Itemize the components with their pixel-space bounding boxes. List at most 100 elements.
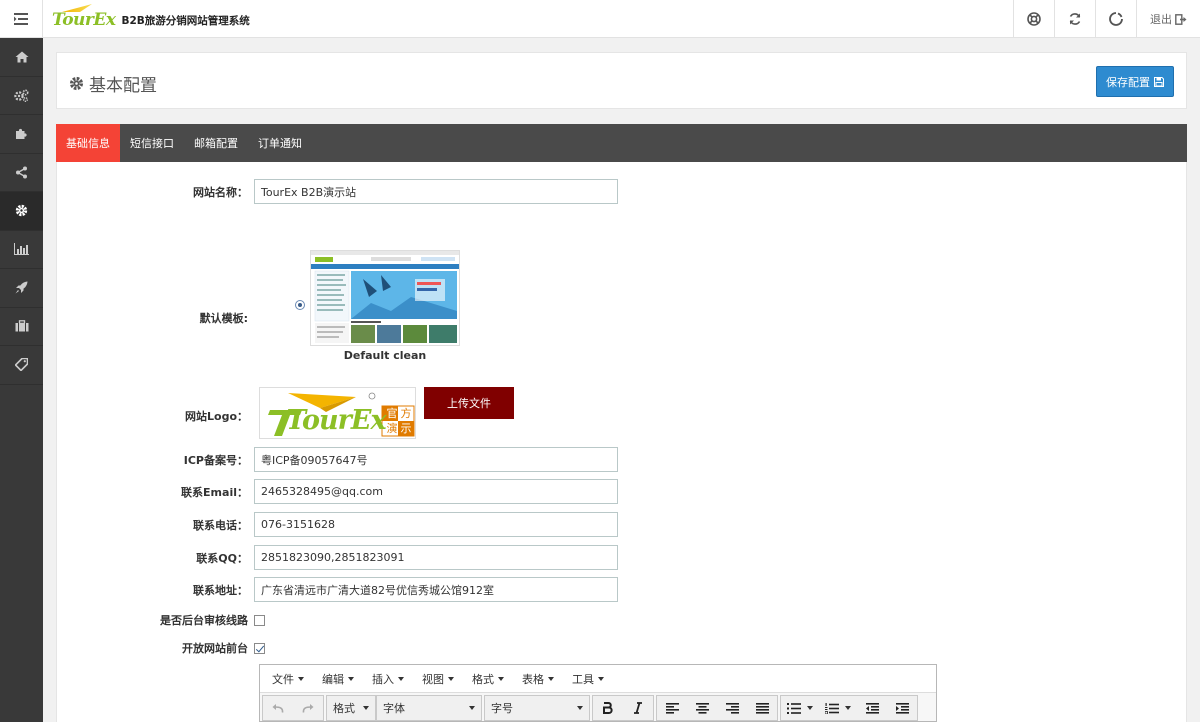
align-justify-icon: [755, 702, 769, 714]
email-input[interactable]: 2465328495@qq.com: [254, 479, 618, 504]
editor-menu-table[interactable]: 表格: [513, 671, 563, 687]
sidebar-item-settings-group[interactable]: [0, 77, 43, 115]
editor-menu-format[interactable]: 格式: [463, 671, 513, 687]
sidebar-toggle-button[interactable]: [0, 0, 43, 38]
sidebar-item-launch[interactable]: [0, 269, 43, 308]
rocket-icon: [15, 281, 28, 294]
editor-menu-edit[interactable]: 编辑: [313, 671, 363, 687]
italic-button[interactable]: [623, 696, 653, 720]
email-label: 联系Email：: [181, 485, 248, 499]
review-checkbox[interactable]: [254, 614, 265, 626]
history-group: [262, 695, 324, 721]
lifebuoy-icon: [1027, 12, 1041, 26]
logout-label: 退出: [1150, 13, 1172, 26]
bold-button[interactable]: [593, 696, 623, 720]
page-title-text: 基本配置: [89, 76, 157, 96]
editor-menu-table-label: 表格: [522, 672, 544, 686]
chevron-down-icon: [298, 676, 304, 681]
editor-menu-file[interactable]: 文件: [263, 671, 313, 687]
top-bar: TourEx B2B旅游分销网站管理系统 退出: [0, 0, 1200, 38]
sidebar-item-tags[interactable]: [0, 346, 43, 385]
template-preview-image: [311, 251, 459, 345]
help-button[interactable]: [1013, 0, 1054, 38]
text-style-group: [592, 695, 654, 721]
phone-label: 联系电话：: [193, 518, 248, 532]
top-actions: 退出: [1013, 0, 1200, 38]
editor-menu-view[interactable]: 视图: [413, 671, 463, 687]
template-radio[interactable]: [295, 300, 305, 310]
chevron-down-icon: [807, 706, 813, 710]
loading-button[interactable]: [1095, 0, 1136, 38]
align-group: [656, 695, 778, 721]
chevron-down-icon: [577, 706, 583, 710]
tab-order-notify[interactable]: 订单通知: [248, 124, 312, 162]
circle-notch-icon: [1109, 12, 1123, 26]
editor-menu-tools-label: 工具: [572, 672, 594, 686]
site-name-label: 网站名称：: [193, 185, 248, 199]
logout-button[interactable]: 退出: [1136, 0, 1200, 38]
gears-icon: [14, 89, 29, 102]
briefcase-icon: [15, 320, 28, 332]
align-right-icon: [725, 702, 739, 714]
editor-menu-view-label: 视图: [422, 672, 444, 686]
editor-menu-tools[interactable]: 工具: [563, 671, 613, 687]
logo-badge-char-2: 方: [400, 407, 412, 420]
numbered-list-icon: [825, 702, 839, 714]
icp-label: ICP备案号：: [183, 453, 248, 467]
font-size-select[interactable]: 字号: [484, 695, 590, 721]
sidebar-item-config[interactable]: [0, 192, 43, 231]
sidebar-item-statistics[interactable]: [0, 231, 43, 269]
indent-button[interactable]: [887, 696, 917, 720]
open-site-row: 开放网站前台: [57, 640, 265, 656]
sidebar-item-orders[interactable]: [0, 308, 43, 346]
address-row: 联系地址： 广东省清远市广清大道82号优信秀城公馆912室: [57, 577, 618, 602]
bullet-list-button[interactable]: [781, 696, 819, 720]
numbered-list-button[interactable]: [819, 696, 857, 720]
save-config-button[interactable]: 保存配置: [1096, 66, 1174, 97]
outdent-icon: [865, 702, 879, 714]
font-family-select-label: 字体: [383, 702, 405, 715]
font-size-select-label: 字号: [491, 702, 513, 715]
font-family-select[interactable]: 字体: [376, 695, 482, 721]
qq-row: 联系QQ： 2851823090,2851823091: [57, 545, 618, 570]
align-left-button[interactable]: [657, 696, 687, 720]
refresh-button[interactable]: [1054, 0, 1095, 38]
system-title: B2B旅游分销网站管理系统: [121, 14, 250, 27]
upload-file-button[interactable]: 上传文件: [424, 387, 514, 419]
redo-button[interactable]: [293, 696, 323, 720]
open-site-checkbox[interactable]: [254, 642, 265, 654]
brand[interactable]: TourEx B2B旅游分销网站管理系统: [52, 8, 250, 32]
phone-row: 联系电话： 076-3151628: [57, 512, 618, 537]
icp-input[interactable]: 粤ICP备09057647号: [254, 447, 618, 472]
align-right-button[interactable]: [717, 696, 747, 720]
sidebar: [0, 38, 43, 722]
page-header: 基本配置 保存配置: [56, 52, 1187, 109]
align-justify-button[interactable]: [747, 696, 777, 720]
undo-button[interactable]: [263, 696, 293, 720]
outdent-button[interactable]: [857, 696, 887, 720]
tab-sms-interface[interactable]: 短信接口: [120, 124, 184, 162]
sidebar-item-share[interactable]: [0, 154, 43, 192]
sidebar-item-plugins[interactable]: [0, 115, 43, 154]
format-select[interactable]: 格式: [326, 695, 376, 721]
sidebar-item-home[interactable]: [0, 38, 43, 77]
tab-email-config[interactable]: 邮箱配置: [184, 124, 248, 162]
qq-input[interactable]: 2851823090,2851823091: [254, 545, 618, 570]
editor-menu-file-label: 文件: [272, 672, 294, 686]
align-center-button[interactable]: [687, 696, 717, 720]
chevron-down-icon: [845, 706, 851, 710]
font-size-select-button[interactable]: 字号: [485, 696, 589, 720]
editor-menu-insert[interactable]: 插入: [363, 671, 413, 687]
chevron-down-icon: [448, 676, 454, 681]
bar-chart-icon: [14, 243, 29, 256]
form-panel: 网站名称： TourEx B2B演示站 默认模板: Default clean …: [56, 162, 1187, 722]
logo-badge-char-4: 示: [400, 422, 412, 435]
phone-input[interactable]: 076-3151628: [254, 512, 618, 537]
format-select-button[interactable]: 格式: [327, 696, 375, 720]
tab-basic-info[interactable]: 基础信息: [56, 124, 120, 162]
site-name-input[interactable]: TourEx B2B演示站: [254, 179, 618, 204]
font-family-select-button[interactable]: 字体: [377, 696, 481, 720]
chevron-down-icon: [398, 676, 404, 681]
template-thumbnail[interactable]: [310, 250, 460, 346]
address-input[interactable]: 广东省清远市广清大道82号优信秀城公馆912室: [254, 577, 618, 602]
